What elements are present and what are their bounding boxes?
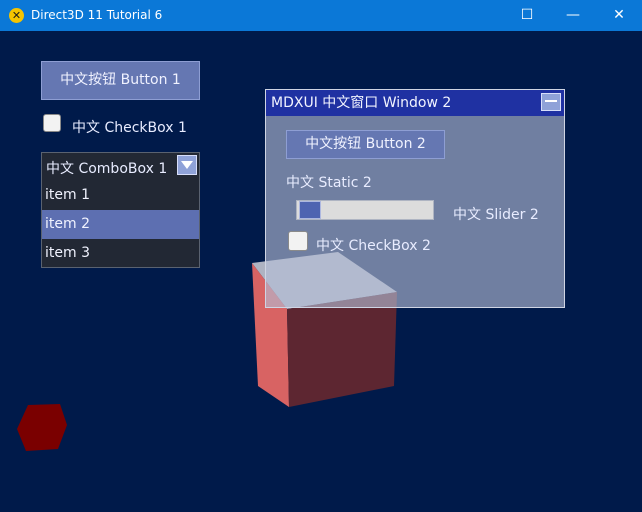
title-bar[interactable]: ✕ Direct3D 11 Tutorial 6 — ✕ ☐ [0,0,642,31]
slider-2-label: 中文 Slider 2 [453,207,539,223]
close-button[interactable]: ✕ [596,0,642,31]
button-2[interactable]: 中文按钮 Button 2 [286,130,445,159]
combobox-item-highlighted[interactable]: item 2 [42,210,199,239]
combobox-item[interactable]: item 1 [42,181,199,210]
red-hexagon [17,404,67,451]
main-cube-right [287,292,397,407]
window-2[interactable]: MDXUI 中文窗口 Window 2 中文按钮 Button 2 中文 Sta… [265,89,565,308]
chevron-down-icon[interactable] [177,155,197,175]
combobox-selected: 中文 ComboBox 1 [46,161,168,177]
checkbox-2[interactable] [288,231,308,251]
minimize-icon[interactable] [541,93,561,111]
directx-icon: ✕ [9,8,24,23]
window-2-title[interactable]: MDXUI 中文窗口 Window 2 [266,90,564,116]
minimize-button[interactable]: — [550,0,596,31]
maximize-button[interactable]: ☐ [504,0,550,31]
slider-2-thumb[interactable] [299,201,321,219]
window-title: Direct3D 11 Tutorial 6 [31,8,163,22]
slider-2[interactable] [296,200,434,220]
combobox-item[interactable]: item 3 [42,239,199,268]
static-2: 中文 Static 2 [286,175,372,191]
combobox-1[interactable]: 中文 ComboBox 1 item 1 item 2 item 3 [41,152,200,268]
button-1[interactable]: 中文按钮 Button 1 [41,61,200,100]
combobox-header[interactable]: 中文 ComboBox 1 [42,153,199,180]
checkbox-1-label[interactable]: 中文 CheckBox 1 [72,117,187,137]
checkbox-1[interactable] [43,114,61,132]
checkbox-2-label[interactable]: 中文 CheckBox 2 [316,235,431,255]
